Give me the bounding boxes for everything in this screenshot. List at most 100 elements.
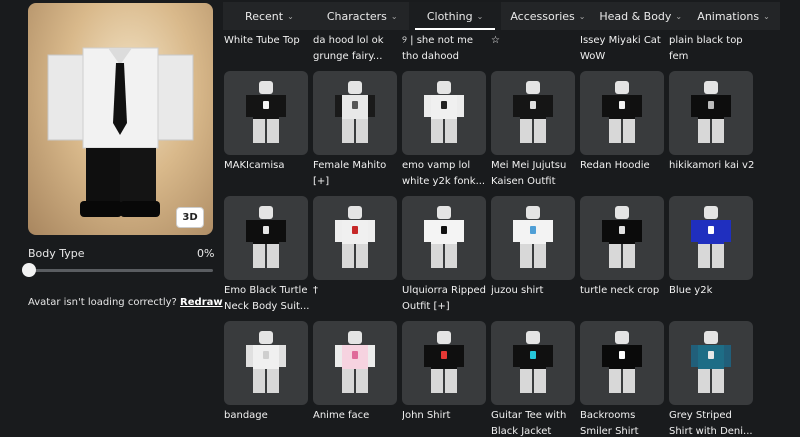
tab-label: Head & Body [599, 9, 672, 23]
item-name[interactable]: Anime face [313, 408, 401, 424]
avatar-loading-help: Avatar isn't loading correctly? Redraw [28, 297, 223, 308]
item-thumbnail[interactable] [224, 71, 308, 155]
item-thumbnail[interactable] [669, 196, 753, 280]
item-name: ☆ [491, 35, 500, 46]
item-avatar-preview [424, 331, 464, 399]
item-avatar-preview [513, 331, 553, 399]
item-avatar-preview [513, 81, 553, 149]
item-thumbnail[interactable] [580, 71, 664, 155]
item-name[interactable]: Mei Mei Jujutsu Kaisen Outfit [491, 158, 579, 190]
item-name[interactable]: Guitar Tee with Black Jacket [491, 408, 579, 437]
redraw-link[interactable]: Redraw [180, 297, 223, 308]
item-thumbnail[interactable] [491, 71, 575, 155]
item-thumbnail[interactable] [491, 321, 575, 405]
item-name[interactable]: hikikamori kai v2 [669, 158, 757, 174]
item-name[interactable]: Emo Black Turtle Neck Body Suit... [224, 283, 312, 315]
item-name[interactable]: Blue y2k [669, 283, 757, 299]
catalog-item[interactable]: turtle neck crop [580, 196, 664, 296]
catalog-item[interactable]: hikikamori kai v2 [669, 71, 754, 171]
catalog-item[interactable]: Female Mahito [+] [313, 71, 397, 187]
catalog-item[interactable]: bandage [224, 321, 308, 421]
item-thumbnail[interactable] [224, 321, 308, 405]
item-name[interactable]: Female Mahito [+] [313, 158, 401, 190]
item-avatar-preview [246, 206, 286, 274]
catalog-item[interactable]: Ulquiorra Ripped Outfit [+] [402, 196, 486, 312]
item-name[interactable]: Grey Striped Shirt with Deni... [669, 408, 757, 437]
item-thumbnail[interactable] [580, 196, 664, 280]
item-name[interactable]: emo vamp lol white y2k fonk... [402, 158, 490, 190]
item-thumbnail[interactable] [224, 196, 308, 280]
item-name[interactable]: Backrooms Smiler Shirt [580, 408, 668, 437]
tab-recent[interactable]: Recent ⌄ [223, 2, 316, 30]
item-thumbnail[interactable] [402, 71, 486, 155]
chevron-down-icon: ⌄ [578, 11, 586, 21]
tab-accessories[interactable]: Accessories ⌄ [501, 2, 594, 30]
catalog-item[interactable]: Anime face [313, 321, 397, 421]
catalog-item[interactable]: † [313, 196, 397, 296]
item-avatar-preview [335, 81, 375, 149]
item-avatar-preview [246, 331, 286, 399]
item-avatar-preview [691, 81, 731, 149]
item-thumbnail[interactable] [402, 196, 486, 280]
catalog-item[interactable]: Blue y2k [669, 196, 753, 296]
catalog-item[interactable]: Emo Black Turtle Neck Body Suit... [224, 196, 309, 312]
item-name[interactable]: MAKIcamisa [224, 158, 312, 174]
tab-clothing[interactable]: Clothing ⌄ [408, 2, 502, 30]
tab-animations[interactable]: Animations ⌄ [687, 2, 780, 30]
item-thumbnail[interactable] [580, 321, 664, 405]
avatar-figure [47, 47, 194, 217]
category-tabs: Recent ⌄ Characters ⌄ Clothing ⌄ Accessories ⌄ H… [223, 2, 780, 30]
tab-head-body[interactable]: Head & Body ⌄ [594, 2, 687, 30]
item-name: Issey Miyaki Cat WoW [580, 35, 661, 62]
item-thumbnail[interactable] [669, 321, 753, 405]
item-thumbnail[interactable] [402, 321, 486, 405]
item-thumbnail[interactable] [313, 321, 397, 405]
tab-label: Recent [245, 9, 284, 23]
item-avatar-preview [602, 206, 642, 274]
catalog-item[interactable]: Grey Striped Shirt with Deni... [669, 321, 753, 437]
item-avatar-preview [602, 331, 642, 399]
chevron-down-icon: ⌄ [287, 11, 294, 21]
item-avatar-preview [335, 206, 375, 274]
item-thumbnail[interactable] [313, 71, 397, 155]
catalog-item[interactable]: Guitar Tee with Black Jacket [491, 321, 575, 437]
item-name: da hood lol ok grunge fairy... [313, 35, 384, 62]
catalog-item[interactable]: juzou shirt [491, 196, 575, 296]
tab-label: Animations [697, 9, 760, 23]
item-thumbnail[interactable] [669, 71, 753, 155]
catalog-item[interactable]: emo vamp lol white y2k fonk... [402, 71, 486, 187]
catalog-item[interactable]: Backrooms Smiler Shirt [580, 321, 664, 437]
tab-characters[interactable]: Characters ⌄ [316, 2, 409, 30]
item-name[interactable]: bandage [224, 408, 312, 424]
body-type-label: Body Type [28, 247, 85, 260]
body-type-slider-track[interactable] [28, 269, 213, 272]
item-avatar-preview [513, 206, 553, 274]
chevron-down-icon: ⌄ [390, 11, 398, 21]
item-name[interactable]: juzou shirt [491, 283, 579, 299]
item-thumbnail[interactable] [313, 196, 397, 280]
item-thumbnail[interactable] [491, 196, 575, 280]
item-avatar-preview [691, 331, 731, 399]
item-name: ୨ | she not me tho dahood [402, 35, 474, 62]
item-name[interactable]: Ulquiorra Ripped Outfit [+] [402, 283, 490, 315]
item-avatar-preview [691, 206, 731, 274]
chevron-down-icon: ⌄ [675, 11, 683, 21]
item-name: White Tube Top [224, 35, 300, 46]
catalog-item[interactable]: Redan Hoodie [580, 71, 664, 171]
body-type-slider-thumb[interactable] [22, 263, 36, 277]
avatar-preview[interactable]: 3D [28, 3, 213, 235]
catalog-item[interactable]: John Shirt [402, 321, 486, 421]
item-avatar-preview [424, 81, 464, 149]
catalog-item[interactable]: Mei Mei Jujutsu Kaisen Outfit [491, 71, 575, 187]
item-name[interactable]: John Shirt [402, 408, 490, 424]
item-name[interactable]: Redan Hoodie [580, 158, 668, 174]
tab-label: Clothing [426, 9, 473, 23]
item-avatar-preview [335, 331, 375, 399]
body-type-value: 0% [197, 247, 215, 260]
catalog-item[interactable]: MAKIcamisa [224, 71, 308, 171]
view-3d-button[interactable]: 3D [176, 207, 204, 228]
item-name[interactable]: turtle neck crop [580, 283, 668, 299]
tab-label: Characters [326, 9, 387, 23]
item-name[interactable]: † [313, 283, 401, 299]
chevron-down-icon: ⌄ [763, 11, 770, 21]
